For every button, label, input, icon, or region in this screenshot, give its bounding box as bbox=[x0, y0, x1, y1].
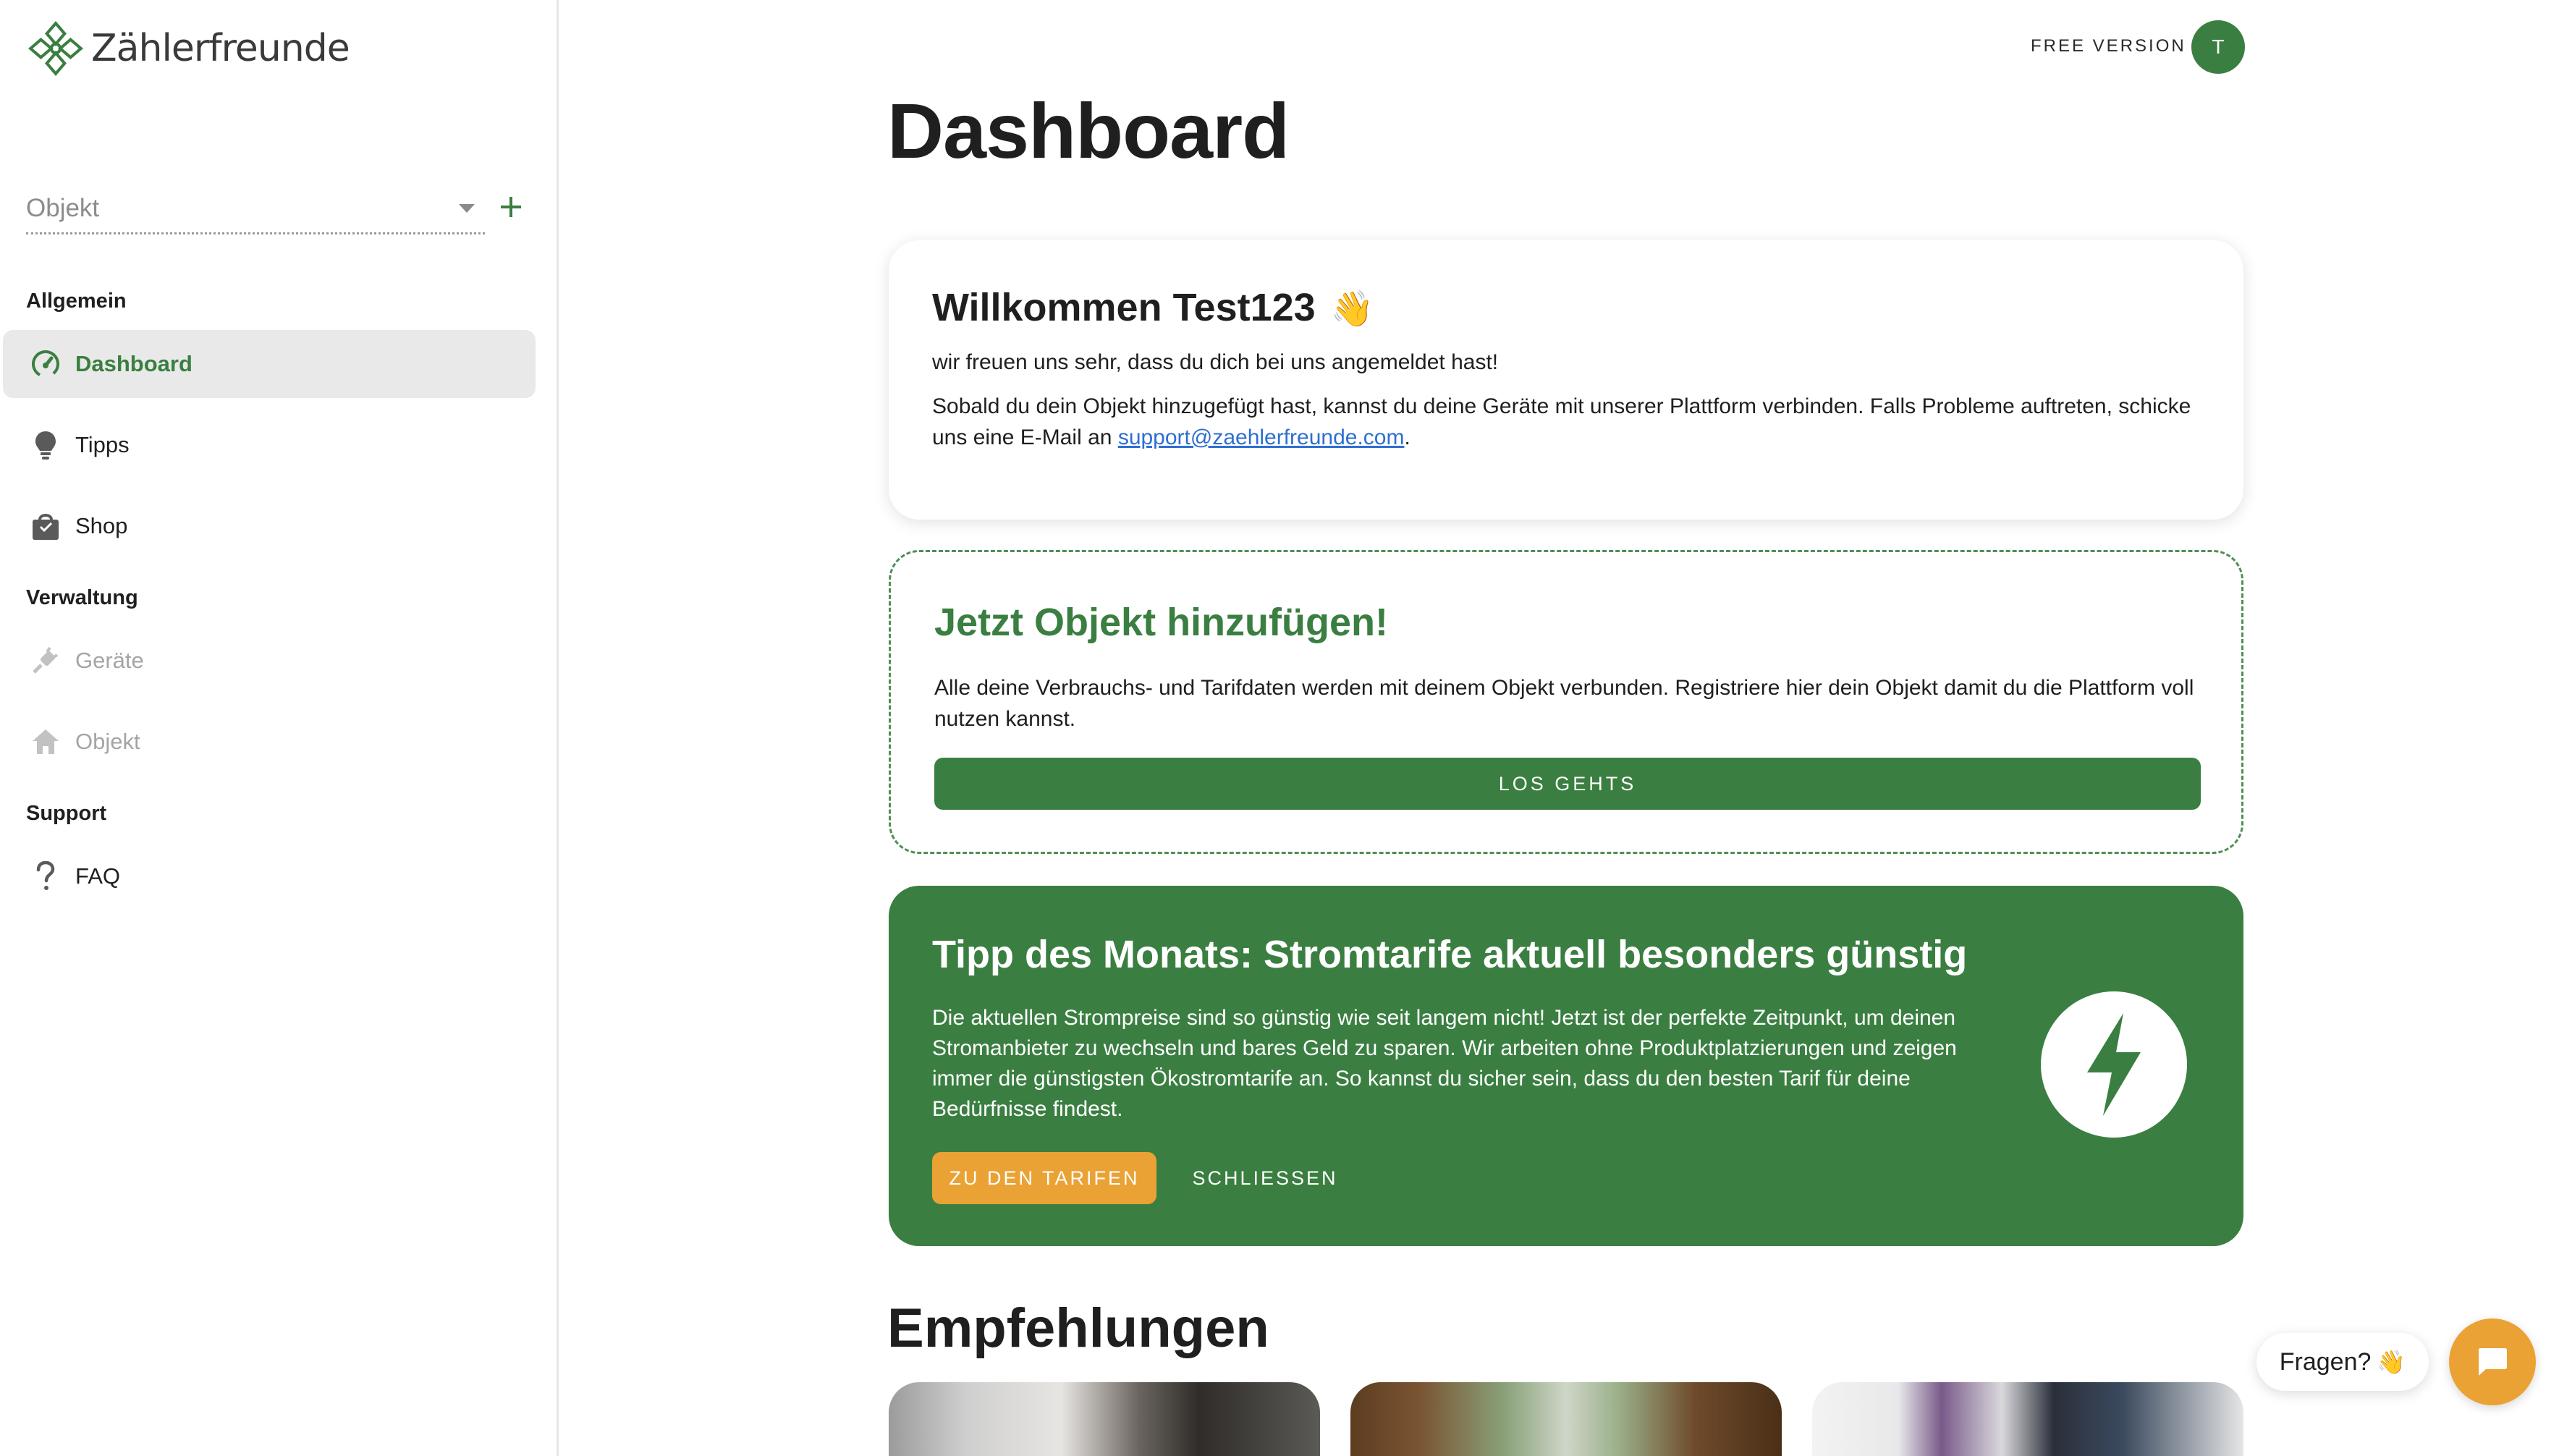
lightbulb-icon bbox=[29, 428, 62, 462]
shopping-bag-icon bbox=[29, 509, 62, 543]
sidebar-item-label: Tipps bbox=[75, 432, 130, 457]
speedometer-icon bbox=[29, 347, 62, 381]
sidebar-item-shop[interactable]: Shop bbox=[3, 492, 536, 560]
sidebar-item-faq[interactable]: FAQ bbox=[3, 842, 536, 910]
avatar[interactable]: T bbox=[2191, 20, 2245, 74]
sidebar-item-label: Shop bbox=[75, 513, 128, 538]
add-object-button[interactable] bbox=[496, 194, 525, 223]
section-label-support: Support bbox=[26, 802, 107, 825]
sidebar-item-objekt[interactable]: Objekt bbox=[3, 708, 536, 776]
logo-icon bbox=[28, 20, 84, 77]
tip-text: Die aktuellen Strompreise sind so günsti… bbox=[932, 1006, 1957, 1121]
add-object-card: Jetzt Objekt hinzufügen! Alle deine Verb… bbox=[889, 550, 2243, 854]
logo-text: Zählerfreunde bbox=[91, 27, 350, 70]
welcome-card: Willkommen Test123 👋 wir freuen uns sehr… bbox=[889, 240, 2243, 520]
page-title: Dashboard bbox=[887, 87, 1290, 174]
welcome-instructions: Sobald du dein Objekt hinzugefügt hast, … bbox=[932, 391, 2199, 453]
close-tip-button[interactable]: SCHLIESSEN bbox=[1178, 1152, 1352, 1204]
add-object-title: Jetzt Objekt hinzufügen! bbox=[934, 601, 1388, 644]
recommendation-card-3[interactable] bbox=[1812, 1382, 2243, 1456]
support-email-link[interactable]: support@zaehlerfreunde.com bbox=[1118, 426, 1405, 449]
app-logo[interactable]: Zählerfreunde bbox=[26, 19, 350, 78]
los-gehts-button[interactable]: LOS GEHTS bbox=[934, 758, 2201, 810]
recommendation-card-1[interactable] bbox=[889, 1382, 1320, 1456]
welcome-title: Willkommen Test123 👋 bbox=[932, 285, 1374, 330]
object-select[interactable]: Objekt bbox=[26, 190, 485, 234]
question-icon bbox=[29, 860, 62, 893]
recommendations-title: Empfehlungen bbox=[887, 1298, 1269, 1359]
waving-hand-icon: 👋 bbox=[2377, 1349, 2406, 1375]
sidebar: Zählerfreunde Objekt Allgemein Dashboard… bbox=[0, 0, 559, 1456]
plug-icon bbox=[29, 644, 62, 677]
sidebar-item-label: Objekt bbox=[75, 729, 140, 754]
sidebar-item-label: FAQ bbox=[75, 863, 121, 889]
plus-icon bbox=[501, 197, 521, 217]
sidebar-item-dashboard[interactable]: Dashboard bbox=[3, 330, 536, 398]
tip-title: Tipp des Monats: Stromtarife aktuell bes… bbox=[932, 933, 1968, 976]
sidebar-item-label: Dashboard bbox=[75, 351, 193, 376]
welcome-heading: Willkommen Test123 bbox=[932, 286, 1316, 329]
home-icon bbox=[29, 725, 62, 758]
lightning-bolt-icon bbox=[2041, 991, 2187, 1138]
object-select-placeholder: Objekt bbox=[26, 194, 100, 222]
chat-prompt-bubble[interactable]: Fragen? 👋 bbox=[2256, 1333, 2429, 1391]
add-object-text: Alle deine Verbrauchs- und Tarifdaten we… bbox=[934, 676, 2194, 731]
chat-icon bbox=[2479, 1348, 2507, 1376]
recommendation-card-2[interactable] bbox=[1350, 1382, 1782, 1456]
sidebar-item-tipps[interactable]: Tipps bbox=[3, 411, 536, 479]
section-label-management: Verwaltung bbox=[26, 586, 138, 609]
tip-of-month-card: Tipp des Monats: Stromtarife aktuell bes… bbox=[889, 886, 2243, 1246]
waving-hand-icon: 👋 bbox=[1330, 290, 1374, 329]
chevron-down-icon bbox=[459, 204, 475, 213]
sidebar-item-geraete[interactable]: Geräte bbox=[3, 627, 536, 695]
plan-badge: FREE VERSION bbox=[2031, 36, 2186, 56]
chat-prompt-text: Fragen? bbox=[2279, 1347, 2372, 1376]
chat-launcher-button[interactable] bbox=[2449, 1319, 2536, 1405]
tariffs-button[interactable]: ZU DEN TARIFEN bbox=[932, 1152, 1156, 1204]
sidebar-item-label: Geräte bbox=[75, 648, 144, 673]
section-label-general: Allgemein bbox=[26, 289, 127, 313]
welcome-instructions-end: . bbox=[1404, 426, 1410, 449]
welcome-message: wir freuen uns sehr, dass du dich bei un… bbox=[932, 350, 1499, 374]
